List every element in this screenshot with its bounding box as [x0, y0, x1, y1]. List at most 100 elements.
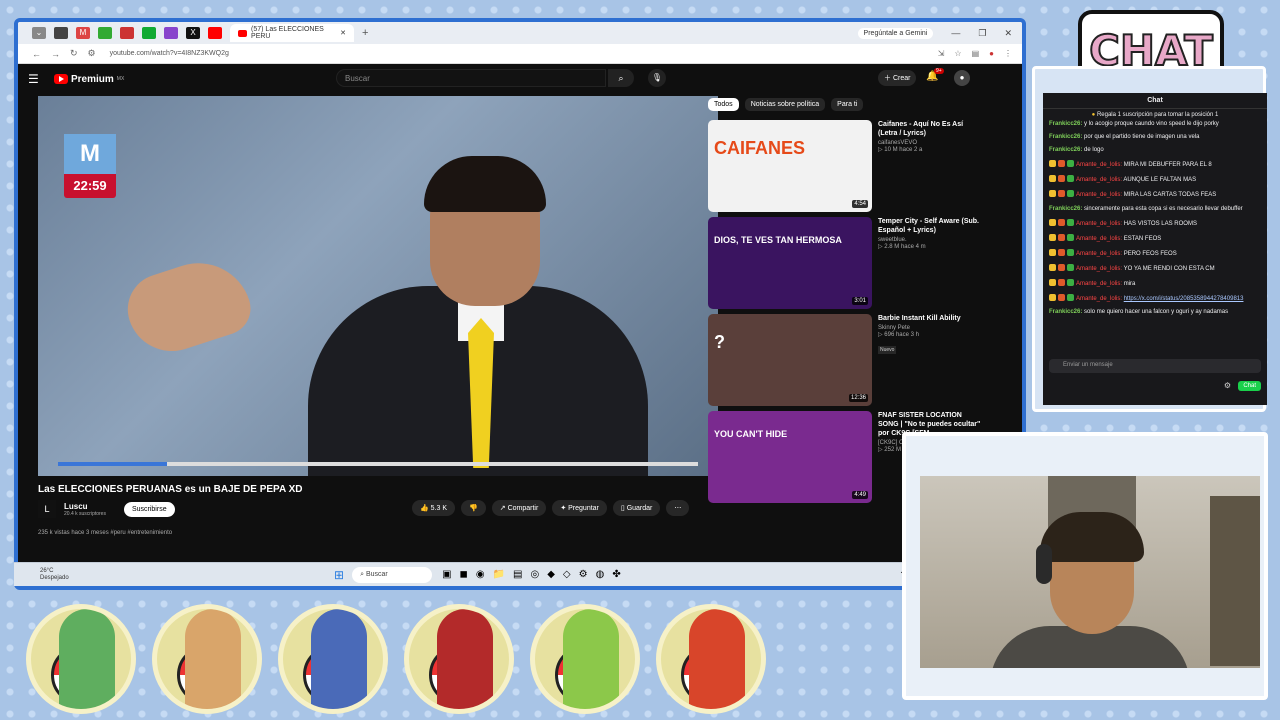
channel-avatar[interactable]: L [38, 500, 56, 518]
recommendation-thumbnail[interactable]: ? 12:36 [708, 314, 872, 406]
video-progress-bar[interactable] [58, 462, 698, 466]
tab-icon-5[interactable] [142, 27, 156, 39]
menu-icon[interactable]: ☰ [28, 72, 48, 86]
windows-start-icon[interactable]: ⊞ [334, 568, 344, 582]
more-actions-button[interactable]: ⋯ [666, 500, 690, 516]
new-tab-icon[interactable]: + [362, 27, 368, 39]
x-tab-icon[interactable]: X [186, 27, 200, 39]
recommendation-item[interactable]: CAIFANES 4:54 Caifanes - Aquí No Es Así (L… [708, 120, 984, 217]
minimize-icon[interactable]: — [951, 28, 960, 39]
steam-icon[interactable]: ⚙ [579, 569, 588, 580]
app-icon-7[interactable]: ◆ [547, 569, 555, 580]
chat-username[interactable]: Amante_de_lolis: [1076, 251, 1122, 257]
chat-text[interactable]: https://x.com/i/status/20853589442784098… [1124, 296, 1244, 302]
taskbar-search-label: Buscar [365, 570, 388, 578]
notification-count: 9+ [934, 68, 944, 74]
chat-username[interactable]: Frankicc26: [1049, 134, 1082, 140]
app-icon-11[interactable]: ✤ [612, 569, 620, 580]
share-button[interactable]: ↗ Compartir [491, 500, 547, 516]
subscribe-button[interactable]: Suscribirse [123, 501, 175, 517]
search-input[interactable]: Buscar [336, 69, 606, 87]
twitch-tab-icon[interactable] [164, 27, 178, 39]
youtube-tab-icon[interactable] [208, 27, 222, 39]
recommendation-title[interactable]: Temper City - Self Aware (Sub. Español +… [878, 217, 982, 235]
bookmark-icon: ▯ [620, 505, 625, 512]
close-window-icon[interactable]: ✕ [1004, 28, 1012, 39]
app-icon-2[interactable]: ◼ [460, 569, 468, 580]
chip-noticias[interactable]: Noticias sobre política [744, 98, 826, 111]
account-avatar[interactable]: ● [954, 70, 970, 86]
microphone-icon[interactable]: 🎙 [648, 69, 666, 87]
chat-input[interactable]: Enviar un mensaje [1049, 359, 1261, 373]
create-button[interactable]: ＋ Crear [878, 70, 917, 86]
active-tab[interactable]: (57) Las ELECCIONES PERU ✕ [230, 24, 354, 42]
weather-widget[interactable]: 26°C Despejado [14, 568, 334, 582]
lucario-badge [278, 604, 388, 714]
chat-username[interactable]: Amante_de_lolis: [1076, 296, 1122, 302]
recommendation-title[interactable]: Caifanes - Aquí No Es Así (Letra / Lyric… [878, 120, 982, 138]
sub-badge-icon [1049, 294, 1056, 302]
url-field[interactable]: youtube.com/watch?v=4I8NZ3KWQ2g [110, 50, 229, 57]
ask-button[interactable]: ✦ Preguntar [552, 500, 607, 516]
tab-icon-1[interactable] [54, 27, 68, 39]
tab-icon-4[interactable] [120, 27, 134, 39]
chat-username[interactable]: Amante_de_lolis: [1076, 281, 1122, 287]
gemini-button[interactable]: Pregúntale a Gemini [857, 27, 934, 39]
chat-username[interactable]: Amante_de_lolis: [1076, 162, 1122, 168]
chip-para-ti[interactable]: Para ti [831, 98, 864, 111]
gmail-tab-icon[interactable]: M [76, 27, 90, 39]
back-icon[interactable]: ← [32, 49, 41, 59]
video-actions: 👍 5.3 K 👎 ↗ Compartir ✦ Preguntar ▯ Guar… [412, 500, 690, 516]
restore-icon[interactable]: ❐ [978, 28, 986, 39]
app-icon-1[interactable]: ▣ [442, 569, 451, 580]
chat-username[interactable]: Amante_de_lolis: [1076, 221, 1122, 227]
chat-username[interactable]: Amante_de_lolis: [1076, 177, 1122, 183]
recommendation-item[interactable]: DIOS, TE VES TAN HERMOSA 3:01 Temper City … [708, 217, 984, 314]
filter-chips: Todos Noticias sobre política Para ti [708, 98, 864, 111]
discord-icon[interactable]: ◍ [596, 569, 605, 580]
chip-todos[interactable]: Todos [708, 98, 739, 111]
close-tab-icon[interactable]: ✕ [340, 29, 346, 37]
bookmark-star-icon[interactable]: ☆ [954, 49, 961, 58]
browser-menu-icon[interactable]: ⋮ [1004, 49, 1012, 58]
lopunny-badge [152, 604, 262, 714]
chat-username[interactable]: Amante_de_lolis: [1076, 266, 1122, 272]
chat-username[interactable]: Amante_de_lolis: [1076, 192, 1122, 198]
site-info-icon[interactable]: ⚙ [88, 48, 96, 59]
chrome-icon[interactable]: ◎ [530, 569, 539, 580]
app-icon-5[interactable]: ▤ [513, 569, 522, 580]
recommendation-item[interactable]: ? 12:36 Barbie Instant Kill Ability Skinny … [708, 314, 984, 411]
install-icon[interactable]: ⇲ [938, 49, 945, 58]
search-icon[interactable]: ⌕ [608, 69, 634, 87]
recommendation-thumbnail[interactable]: CAIFANES 4:54 [708, 120, 872, 212]
lucario-figure [311, 609, 367, 709]
profile-avatar[interactable]: ● [989, 49, 994, 58]
dislike-button[interactable]: 👎 [461, 500, 486, 516]
chat-username[interactable]: Frankicc26: [1049, 121, 1082, 127]
channel-name[interactable]: Luscu [64, 502, 106, 511]
youtube-logo[interactable]: Premium MX [54, 74, 124, 85]
extensions-icon[interactable]: ▤ [972, 49, 980, 58]
tab-list-icon[interactable]: ⌄ [32, 27, 46, 39]
app-icon-3[interactable]: ◉ [476, 569, 485, 580]
subscriber-count: 20.4 k suscriptores [64, 510, 106, 517]
chat-send-button[interactable]: Chat [1238, 381, 1261, 391]
app-icon-8[interactable]: ◇ [563, 569, 571, 580]
recommendation-thumbnail[interactable]: DIOS, TE VES TAN HERMOSA 3:01 [708, 217, 872, 309]
reload-icon[interactable]: ↻ [70, 48, 78, 59]
save-button[interactable]: ▯ Guardar [612, 500, 661, 516]
chat-username[interactable]: Frankicc26: [1049, 309, 1082, 315]
taskbar-search[interactable]: ⌕ Buscar [352, 566, 433, 583]
pinned-gift-banner[interactable]: ● Regala 1 suscripción para tomar la pos… [1043, 109, 1267, 121]
tab-icon-3[interactable] [98, 27, 112, 39]
folder-icon[interactable]: 📁 [493, 569, 505, 580]
forward-icon[interactable]: → [51, 49, 60, 59]
chat-username[interactable]: Frankicc26: [1049, 147, 1082, 153]
chat-username[interactable]: Frankicc26: [1049, 206, 1082, 212]
chat-username[interactable]: Amante_de_lolis: [1076, 236, 1122, 242]
recommendation-title[interactable]: Barbie Instant Kill Ability [878, 314, 982, 323]
recommendation-thumbnail[interactable]: YOU CAN'T HIDE 4:49 [708, 411, 872, 503]
video-player[interactable]: M 22:59 [38, 96, 718, 476]
chat-settings-icon[interactable]: ⚙ [1224, 381, 1231, 390]
like-button[interactable]: 👍 5.3 K [412, 500, 456, 516]
